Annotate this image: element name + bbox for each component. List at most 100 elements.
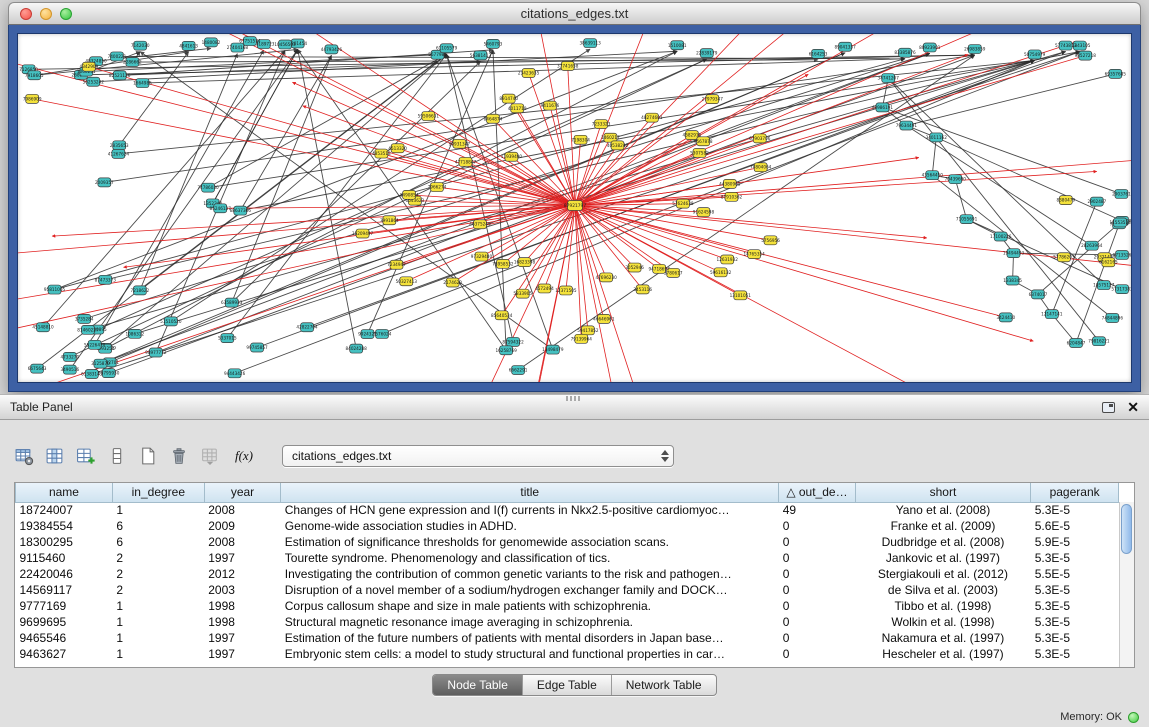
table-cell[interactable]: 0 [779, 566, 856, 582]
table-cell[interactable]: 5.3E-5 [1031, 630, 1119, 646]
window-titlebar[interactable]: citations_edges.txt [8, 2, 1141, 25]
table-cell[interactable]: 0 [779, 646, 856, 662]
combobox-stepper-icon[interactable] [656, 446, 673, 466]
table-cell[interactable]: Nakamura et al. (1997) [855, 630, 1031, 646]
table-cell[interactable]: Tibbo et al. (1998) [855, 598, 1031, 614]
table-cell[interactable]: 2 [112, 550, 204, 566]
table-cell[interactable]: Changes of HCN gene expression and I(f) … [281, 502, 779, 518]
close-panel-icon[interactable]: ✕ [1127, 400, 1139, 414]
new-column-icon[interactable] [76, 446, 96, 466]
table-cell[interactable]: 0 [779, 550, 856, 566]
table-cell[interactable]: Estimation of the future numbers of pati… [281, 630, 779, 646]
table-cell[interactable]: Stergiakouli et al. (2012) [855, 566, 1031, 582]
table-cell[interactable]: 2012 [204, 566, 281, 582]
table-row[interactable]: 1830029562008Estimation of significance … [16, 534, 1119, 550]
table-cell[interactable]: 0 [779, 518, 856, 534]
table-cell[interactable]: Investigating the contribution of common… [281, 566, 779, 582]
splitter-handle[interactable] [566, 396, 582, 401]
table-cell[interactable]: Genome-wide association studies in ADHD. [281, 518, 779, 534]
table-cell[interactable]: 5.3E-5 [1031, 582, 1119, 598]
table-cell[interactable]: 1 [112, 614, 204, 630]
table-cell[interactable]: Wolkin et al. (1998) [855, 614, 1031, 630]
table-row[interactable]: 1872400712008Changes of HCN gene express… [16, 502, 1119, 518]
table-selector-combobox[interactable]: citations_edges.txt [282, 445, 674, 467]
table-cell[interactable]: 0 [779, 582, 856, 598]
table-cell[interactable]: 5.3E-5 [1031, 502, 1119, 518]
column-header[interactable]: in_degree [112, 483, 204, 502]
import-table-icon[interactable] [200, 446, 220, 466]
table-cell[interactable]: Hescheler et al. (1997) [855, 646, 1031, 662]
table-cell[interactable]: 18724007 [16, 502, 113, 518]
table-cell[interactable]: 49 [779, 502, 856, 518]
network-graph[interactable]: 8904133715100815460793616425356381413180… [18, 34, 1131, 382]
column-header[interactable]: name [16, 483, 113, 502]
table-cell[interactable]: 1997 [204, 550, 281, 566]
table-row[interactable]: 946554611997Estimation of the future num… [16, 630, 1119, 646]
table-scrollbar[interactable] [1119, 502, 1134, 667]
table-cell[interactable]: 1998 [204, 598, 281, 614]
table-cell[interactable]: Dudbridge et al. (2008) [855, 534, 1031, 550]
new-row-icon[interactable] [107, 446, 127, 466]
table-row[interactable]: 2242004622012Investigating the contribut… [16, 566, 1119, 582]
table-cell[interactable]: 1 [112, 502, 204, 518]
table-cell[interactable]: 5.3E-5 [1031, 646, 1119, 662]
table-cell[interactable]: 6 [112, 518, 204, 534]
tab-edge-table[interactable]: Edge Table [522, 675, 611, 695]
column-header[interactable]: title [281, 483, 779, 502]
column-header[interactable]: short [855, 483, 1031, 502]
table-row[interactable]: 946362711997Embryonic stem cells: a mode… [16, 646, 1119, 662]
float-panel-icon[interactable] [1102, 402, 1115, 413]
table-cell[interactable]: 0 [779, 598, 856, 614]
table-cell[interactable]: Corpus callosum shape and size in male p… [281, 598, 779, 614]
table-cell[interactable]: 6 [112, 534, 204, 550]
table-cell[interactable]: 9699695 [16, 614, 113, 630]
table-cell[interactable]: 5.6E-5 [1031, 518, 1119, 534]
table-cell[interactable]: 19384554 [16, 518, 113, 534]
table-cell[interactable]: 1997 [204, 630, 281, 646]
table-cell[interactable]: 2009 [204, 518, 281, 534]
column-header[interactable]: year [204, 483, 281, 502]
table-cell[interactable]: Estimation of significance thresholds fo… [281, 534, 779, 550]
table-cell[interactable]: 5.9E-5 [1031, 534, 1119, 550]
table-cell[interactable]: 0 [779, 534, 856, 550]
table-cell[interactable]: de Silva et al. (2003) [855, 582, 1031, 598]
table-cell[interactable]: 2008 [204, 502, 281, 518]
table-cell[interactable]: 5.3E-5 [1031, 614, 1119, 630]
table-cell[interactable]: 9115460 [16, 550, 113, 566]
table-cell[interactable]: 1 [112, 598, 204, 614]
table-cell[interactable]: 1 [112, 646, 204, 662]
table-row[interactable]: 969969511998Structural magnetic resonanc… [16, 614, 1119, 630]
tab-network-table[interactable]: Network Table [611, 675, 716, 695]
table-cell[interactable]: Franke et al. (2009) [855, 518, 1031, 534]
close-window-button[interactable] [20, 8, 32, 20]
table-row[interactable]: 911546021997Tourette syndrome. Phenomeno… [16, 550, 1119, 566]
column-header[interactable]: △ out_de… [779, 483, 856, 502]
table-cell[interactable]: 9777169 [16, 598, 113, 614]
table-cell[interactable]: 2008 [204, 534, 281, 550]
table-mode-icon[interactable] [14, 446, 34, 466]
table-cell[interactable]: Jankovic et al. (1997) [855, 550, 1031, 566]
table-cell[interactable]: 2 [112, 566, 204, 582]
table-cell[interactable]: 2 [112, 582, 204, 598]
table-cell[interactable]: Tourette syndrome. Phenomenology and cla… [281, 550, 779, 566]
column-header[interactable]: pagerank [1031, 483, 1119, 502]
table-cell[interactable]: 5.3E-5 [1031, 550, 1119, 566]
show-columns-icon[interactable] [45, 446, 65, 466]
table-cell[interactable]: 1997 [204, 646, 281, 662]
memory-status-icon[interactable] [1128, 712, 1139, 723]
table-cell[interactable]: 9465546 [16, 630, 113, 646]
table-cell[interactable]: 5.3E-5 [1031, 598, 1119, 614]
table-cell[interactable]: 0 [779, 630, 856, 646]
table-cell[interactable]: Structural magnetic resonance image aver… [281, 614, 779, 630]
table-cell[interactable]: 0 [779, 614, 856, 630]
table-cell[interactable]: 18300295 [16, 534, 113, 550]
table-cell[interactable]: Embryonic stem cells: a model to study s… [281, 646, 779, 662]
table-cell[interactable]: 1998 [204, 614, 281, 630]
delete-table-icon[interactable] [169, 446, 189, 466]
network-canvas[interactable]: 8904133715100815460793616425356381413180… [17, 33, 1132, 383]
function-builder-icon[interactable]: f(x) [231, 446, 257, 466]
table-cell[interactable]: 22420046 [16, 566, 113, 582]
table-cell[interactable]: Yano et al. (2008) [855, 502, 1031, 518]
table-cell[interactable]: 14569117 [16, 582, 113, 598]
tab-node-table[interactable]: Node Table [433, 675, 522, 695]
